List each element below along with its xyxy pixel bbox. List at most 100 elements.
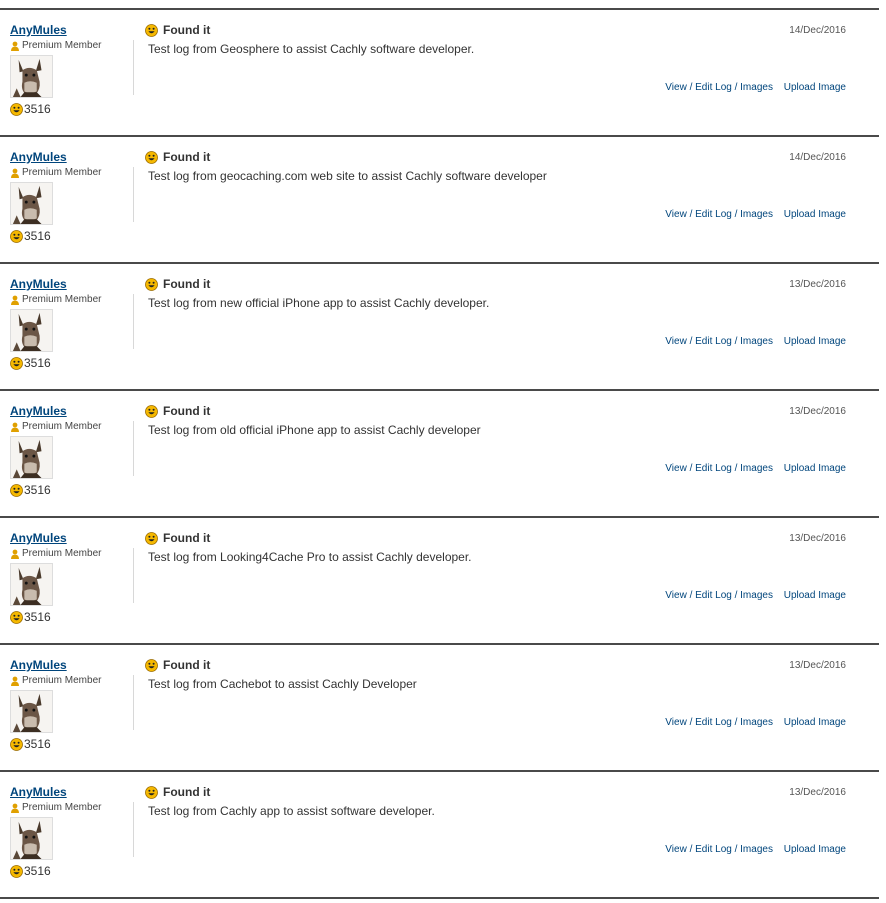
log-entry: AnyMules Premium Member <box>0 262 879 389</box>
view-edit-log-link[interactable]: View / Edit Log / Images <box>665 209 773 220</box>
donkey-avatar <box>11 56 52 97</box>
log-entry: AnyMules Premium Member <box>0 389 879 516</box>
username-link[interactable]: AnyMules <box>10 404 130 418</box>
premium-member-icon <box>11 41 19 51</box>
log-text: Test log from geocaching.com web site to… <box>148 169 547 183</box>
avatar[interactable] <box>10 182 53 225</box>
finds-count: 3516 <box>10 610 130 624</box>
upload-image-link[interactable]: Upload Image <box>784 209 846 220</box>
avatar[interactable] <box>10 690 53 733</box>
username-link[interactable]: AnyMules <box>10 785 130 799</box>
log-type: Found it <box>145 531 210 545</box>
log-author: AnyMules Premium Member 3516 <box>10 785 130 878</box>
avatar[interactable] <box>10 817 53 860</box>
avatar[interactable] <box>10 436 53 479</box>
finds-count: 3516 <box>10 864 130 878</box>
finds-count: 3516 <box>10 483 130 497</box>
log-actions: View / Edit Log / Images Upload Image <box>665 336 846 347</box>
username-link[interactable]: AnyMules <box>10 23 130 37</box>
log-type-label: Found it <box>163 23 211 37</box>
log-text: Test log from Cachebot to assist Cachly … <box>148 677 417 691</box>
finds-count: 3516 <box>10 102 130 116</box>
log-actions: View / Edit Log / Images Upload Image <box>665 717 846 728</box>
log-text: Test log from Cachly app to assist softw… <box>148 804 435 818</box>
username-link[interactable]: AnyMules <box>10 150 130 164</box>
finds-count: 3516 <box>10 737 130 751</box>
smiley-icon <box>145 658 158 672</box>
smiley-icon <box>10 483 23 497</box>
log-type: Found it <box>145 785 210 799</box>
log-date: 14/Dec/2016 <box>789 152 846 163</box>
log-entry: AnyMules Premium Member <box>0 770 879 899</box>
member-status: Premium Member <box>10 40 130 51</box>
column-divider <box>133 421 134 476</box>
smiley-icon <box>145 23 158 37</box>
log-type-label: Found it <box>163 404 211 418</box>
premium-member-icon <box>11 168 19 178</box>
log-text: Test log from new official iPhone app to… <box>148 296 490 310</box>
view-edit-log-link[interactable]: View / Edit Log / Images <box>665 463 773 474</box>
smiley-icon <box>10 229 23 243</box>
premium-member-icon <box>11 422 19 432</box>
log-type-label: Found it <box>163 150 211 164</box>
finds-count: 3516 <box>10 356 130 370</box>
member-label: Premium Member <box>22 548 102 559</box>
log-author: AnyMules Premium Member 3516 <box>10 150 130 243</box>
username-link[interactable]: AnyMules <box>10 531 130 545</box>
member-status: Premium Member <box>10 167 130 178</box>
donkey-avatar <box>11 310 52 351</box>
view-edit-log-link[interactable]: View / Edit Log / Images <box>665 717 773 728</box>
log-author: AnyMules Premium Member 3516 <box>10 277 130 370</box>
premium-member-icon <box>11 549 19 559</box>
member-label: Premium Member <box>22 40 102 51</box>
donkey-avatar <box>11 564 52 605</box>
smiley-icon <box>145 277 158 291</box>
upload-image-link[interactable]: Upload Image <box>784 336 846 347</box>
member-label: Premium Member <box>22 802 102 813</box>
upload-image-link[interactable]: Upload Image <box>784 717 846 728</box>
member-label: Premium Member <box>22 294 102 305</box>
donkey-avatar <box>11 818 52 859</box>
view-edit-log-link[interactable]: View / Edit Log / Images <box>665 336 773 347</box>
smiley-icon <box>145 404 158 418</box>
log-type: Found it <box>145 23 210 37</box>
log-entry: AnyMules Premium Member <box>0 8 879 135</box>
finds-value: 3516 <box>24 356 51 370</box>
smiley-icon <box>145 785 158 799</box>
upload-image-link[interactable]: Upload Image <box>784 844 846 855</box>
log-date: 14/Dec/2016 <box>789 25 846 36</box>
username-link[interactable]: AnyMules <box>10 658 130 672</box>
finds-count: 3516 <box>10 229 130 243</box>
donkey-avatar <box>11 691 52 732</box>
username-link[interactable]: AnyMules <box>10 277 130 291</box>
premium-member-icon <box>11 295 19 305</box>
premium-member-icon <box>11 676 19 686</box>
log-date: 13/Dec/2016 <box>789 787 846 798</box>
finds-value: 3516 <box>24 610 51 624</box>
smiley-icon <box>145 150 158 164</box>
member-status: Premium Member <box>10 294 130 305</box>
view-edit-log-link[interactable]: View / Edit Log / Images <box>665 82 773 93</box>
column-divider <box>133 675 134 730</box>
log-type-label: Found it <box>163 277 211 291</box>
member-status: Premium Member <box>10 548 130 559</box>
view-edit-log-link[interactable]: View / Edit Log / Images <box>665 590 773 601</box>
log-type-label: Found it <box>163 785 211 799</box>
avatar[interactable] <box>10 309 53 352</box>
log-date: 13/Dec/2016 <box>789 406 846 417</box>
finds-value: 3516 <box>24 864 51 878</box>
smiley-icon <box>10 864 23 878</box>
log-text: Test log from Geosphere to assist Cachly… <box>148 42 475 56</box>
view-edit-log-link[interactable]: View / Edit Log / Images <box>665 844 773 855</box>
avatar[interactable] <box>10 55 53 98</box>
log-type: Found it <box>145 658 210 672</box>
smiley-icon <box>10 610 23 624</box>
avatar[interactable] <box>10 563 53 606</box>
upload-image-link[interactable]: Upload Image <box>784 590 846 601</box>
upload-image-link[interactable]: Upload Image <box>784 463 846 474</box>
finds-value: 3516 <box>24 102 51 116</box>
finds-value: 3516 <box>24 229 51 243</box>
finds-value: 3516 <box>24 737 51 751</box>
upload-image-link[interactable]: Upload Image <box>784 82 846 93</box>
column-divider <box>133 294 134 349</box>
